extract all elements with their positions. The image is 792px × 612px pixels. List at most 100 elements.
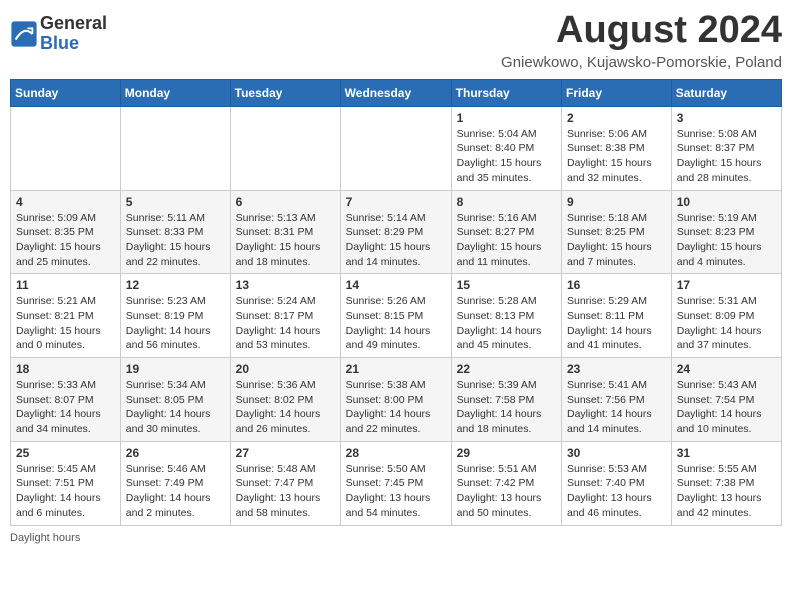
day-info: Sunrise: 5:43 AM Sunset: 7:54 PM Dayligh…: [677, 378, 776, 437]
day-number: 28: [346, 446, 446, 460]
day-number: 24: [677, 362, 776, 376]
day-info: Sunrise: 5:04 AM Sunset: 8:40 PM Dayligh…: [457, 127, 556, 186]
day-number: 4: [16, 195, 115, 209]
day-info: Sunrise: 5:46 AM Sunset: 7:49 PM Dayligh…: [126, 462, 225, 521]
day-number: 11: [16, 278, 115, 292]
day-info: Sunrise: 5:45 AM Sunset: 7:51 PM Dayligh…: [16, 462, 115, 521]
day-number: 17: [677, 278, 776, 292]
day-number: 27: [236, 446, 335, 460]
day-info: Sunrise: 5:26 AM Sunset: 8:15 PM Dayligh…: [346, 294, 446, 353]
day-info: Sunrise: 5:48 AM Sunset: 7:47 PM Dayligh…: [236, 462, 335, 521]
calendar-cell: [11, 106, 121, 190]
calendar-week-2: 4 Sunrise: 5:09 AM Sunset: 8:35 PM Daylig…: [11, 190, 782, 274]
calendar-cell: 26 Sunrise: 5:46 AM Sunset: 7:49 PM Dayli…: [120, 441, 230, 525]
day-info: Sunrise: 5:06 AM Sunset: 8:38 PM Dayligh…: [567, 127, 666, 186]
calendar-cell: 5 Sunrise: 5:11 AM Sunset: 8:33 PM Daylig…: [120, 190, 230, 274]
calendar-cell: 27 Sunrise: 5:48 AM Sunset: 7:47 PM Dayli…: [230, 441, 340, 525]
calendar-header-saturday: Saturday: [671, 79, 781, 106]
calendar-cell: 29 Sunrise: 5:51 AM Sunset: 7:42 PM Dayli…: [451, 441, 561, 525]
calendar-cell: 30 Sunrise: 5:53 AM Sunset: 7:40 PM Dayli…: [562, 441, 672, 525]
day-number: 21: [346, 362, 446, 376]
day-number: 7: [346, 195, 446, 209]
day-info: Sunrise: 5:21 AM Sunset: 8:21 PM Dayligh…: [16, 294, 115, 353]
calendar-cell: 28Sunrise: 5:50 AM Sunset: 7:45 PM Dayli…: [340, 441, 451, 525]
day-info: Sunrise: 5:36 AM Sunset: 8:02 PM Dayligh…: [236, 378, 335, 437]
day-info: Sunrise: 5:33 AM Sunset: 8:07 PM Dayligh…: [16, 378, 115, 437]
calendar-week-3: 11 Sunrise: 5:21 AM Sunset: 8:21 PM Dayli…: [11, 274, 782, 358]
calendar-cell: 7 Sunrise: 5:14 AM Sunset: 8:29 PM Daylig…: [340, 190, 451, 274]
logo-blue: Blue: [40, 33, 79, 53]
day-info: Sunrise: 5:51 AM Sunset: 7:42 PM Dayligh…: [457, 462, 556, 521]
day-number: 1: [457, 111, 556, 125]
day-number: 16: [567, 278, 666, 292]
calendar-cell: 20 Sunrise: 5:36 AM Sunset: 8:02 PM Dayli…: [230, 358, 340, 442]
calendar-cell: 23 Sunrise: 5:41 AM Sunset: 7:56 PM Dayli…: [562, 358, 672, 442]
day-info: Sunrise: 5:18 AM Sunset: 8:25 PM Dayligh…: [567, 211, 666, 270]
calendar-cell: 24 Sunrise: 5:43 AM Sunset: 7:54 PM Dayli…: [671, 358, 781, 442]
calendar-week-5: 25Sunrise: 5:45 AM Sunset: 7:51 PM Dayli…: [11, 441, 782, 525]
calendar-cell: 2 Sunrise: 5:06 AM Sunset: 8:38 PM Daylig…: [562, 106, 672, 190]
calendar-cell: 17 Sunrise: 5:31 AM Sunset: 8:09 PM Dayli…: [671, 274, 781, 358]
calendar-cell: 16 Sunrise: 5:29 AM Sunset: 8:11 PM Dayli…: [562, 274, 672, 358]
calendar-cell: 25Sunrise: 5:45 AM Sunset: 7:51 PM Dayli…: [11, 441, 121, 525]
day-number: 9: [567, 195, 666, 209]
calendar-cell: [120, 106, 230, 190]
day-info: Sunrise: 5:38 AM Sunset: 8:00 PM Dayligh…: [346, 378, 446, 437]
day-info: Sunrise: 5:53 AM Sunset: 7:40 PM Dayligh…: [567, 462, 666, 521]
calendar-header-wednesday: Wednesday: [340, 79, 451, 106]
calendar-cell: 12 Sunrise: 5:23 AM Sunset: 8:19 PM Dayli…: [120, 274, 230, 358]
calendar-cell: 10 Sunrise: 5:19 AM Sunset: 8:23 PM Dayli…: [671, 190, 781, 274]
logo-text: General Blue: [40, 14, 107, 54]
calendar-cell: 31Sunrise: 5:55 AM Sunset: 7:38 PM Dayli…: [671, 441, 781, 525]
calendar-cell: 8Sunrise: 5:16 AM Sunset: 8:27 PM Daylig…: [451, 190, 561, 274]
day-info: Sunrise: 5:23 AM Sunset: 8:19 PM Dayligh…: [126, 294, 225, 353]
calendar-header-monday: Monday: [120, 79, 230, 106]
calendar-cell: 4 Sunrise: 5:09 AM Sunset: 8:35 PM Daylig…: [11, 190, 121, 274]
day-info: Sunrise: 5:28 AM Sunset: 8:13 PM Dayligh…: [457, 294, 556, 353]
day-number: 8: [457, 195, 556, 209]
day-info: Sunrise: 5:34 AM Sunset: 8:05 PM Dayligh…: [126, 378, 225, 437]
day-info: Sunrise: 5:11 AM Sunset: 8:33 PM Dayligh…: [126, 211, 225, 270]
day-number: 22: [457, 362, 556, 376]
calendar-cell: 14 Sunrise: 5:26 AM Sunset: 8:15 PM Dayli…: [340, 274, 451, 358]
day-info: Sunrise: 5:24 AM Sunset: 8:17 PM Dayligh…: [236, 294, 335, 353]
calendar: SundayMondayTuesdayWednesdayThursdayFrid…: [10, 79, 782, 526]
day-number: 10: [677, 195, 776, 209]
calendar-header-tuesday: Tuesday: [230, 79, 340, 106]
logo-general: General: [40, 13, 107, 33]
day-number: 23: [567, 362, 666, 376]
title-section: August 2024 Gniewkowo, Kujawsko-Pomorski…: [501, 10, 782, 71]
day-info: Sunrise: 5:31 AM Sunset: 8:09 PM Dayligh…: [677, 294, 776, 353]
calendar-cell: 3Sunrise: 5:08 AM Sunset: 8:37 PM Daylig…: [671, 106, 781, 190]
calendar-header-thursday: Thursday: [451, 79, 561, 106]
day-number: 14: [346, 278, 446, 292]
calendar-cell: [230, 106, 340, 190]
calendar-cell: [340, 106, 451, 190]
day-number: 15: [457, 278, 556, 292]
daylight-label: Daylight hours: [10, 532, 80, 544]
calendar-cell: 13 Sunrise: 5:24 AM Sunset: 8:17 PM Dayli…: [230, 274, 340, 358]
calendar-cell: 1 Sunrise: 5:04 AM Sunset: 8:40 PM Daylig…: [451, 106, 561, 190]
day-info: Sunrise: 5:19 AM Sunset: 8:23 PM Dayligh…: [677, 211, 776, 270]
day-number: 6: [236, 195, 335, 209]
day-number: 20: [236, 362, 335, 376]
calendar-week-1: 1 Sunrise: 5:04 AM Sunset: 8:40 PM Daylig…: [11, 106, 782, 190]
day-number: 29: [457, 446, 556, 460]
calendar-cell: 11 Sunrise: 5:21 AM Sunset: 8:21 PM Dayli…: [11, 274, 121, 358]
day-info: Sunrise: 5:29 AM Sunset: 8:11 PM Dayligh…: [567, 294, 666, 353]
day-number: 13: [236, 278, 335, 292]
day-number: 26: [126, 446, 225, 460]
day-number: 5: [126, 195, 225, 209]
day-number: 30: [567, 446, 666, 460]
day-info: Sunrise: 5:09 AM Sunset: 8:35 PM Dayligh…: [16, 211, 115, 270]
day-info: Sunrise: 5:41 AM Sunset: 7:56 PM Dayligh…: [567, 378, 666, 437]
calendar-cell: 15 Sunrise: 5:28 AM Sunset: 8:13 PM Dayli…: [451, 274, 561, 358]
day-number: 18: [16, 362, 115, 376]
calendar-header-sunday: Sunday: [11, 79, 121, 106]
logo: General Blue: [10, 14, 107, 54]
day-info: Sunrise: 5:14 AM Sunset: 8:29 PM Dayligh…: [346, 211, 446, 270]
day-number: 2: [567, 111, 666, 125]
day-number: 12: [126, 278, 225, 292]
day-number: 3: [677, 111, 776, 125]
day-info: Sunrise: 5:13 AM Sunset: 8:31 PM Dayligh…: [236, 211, 335, 270]
